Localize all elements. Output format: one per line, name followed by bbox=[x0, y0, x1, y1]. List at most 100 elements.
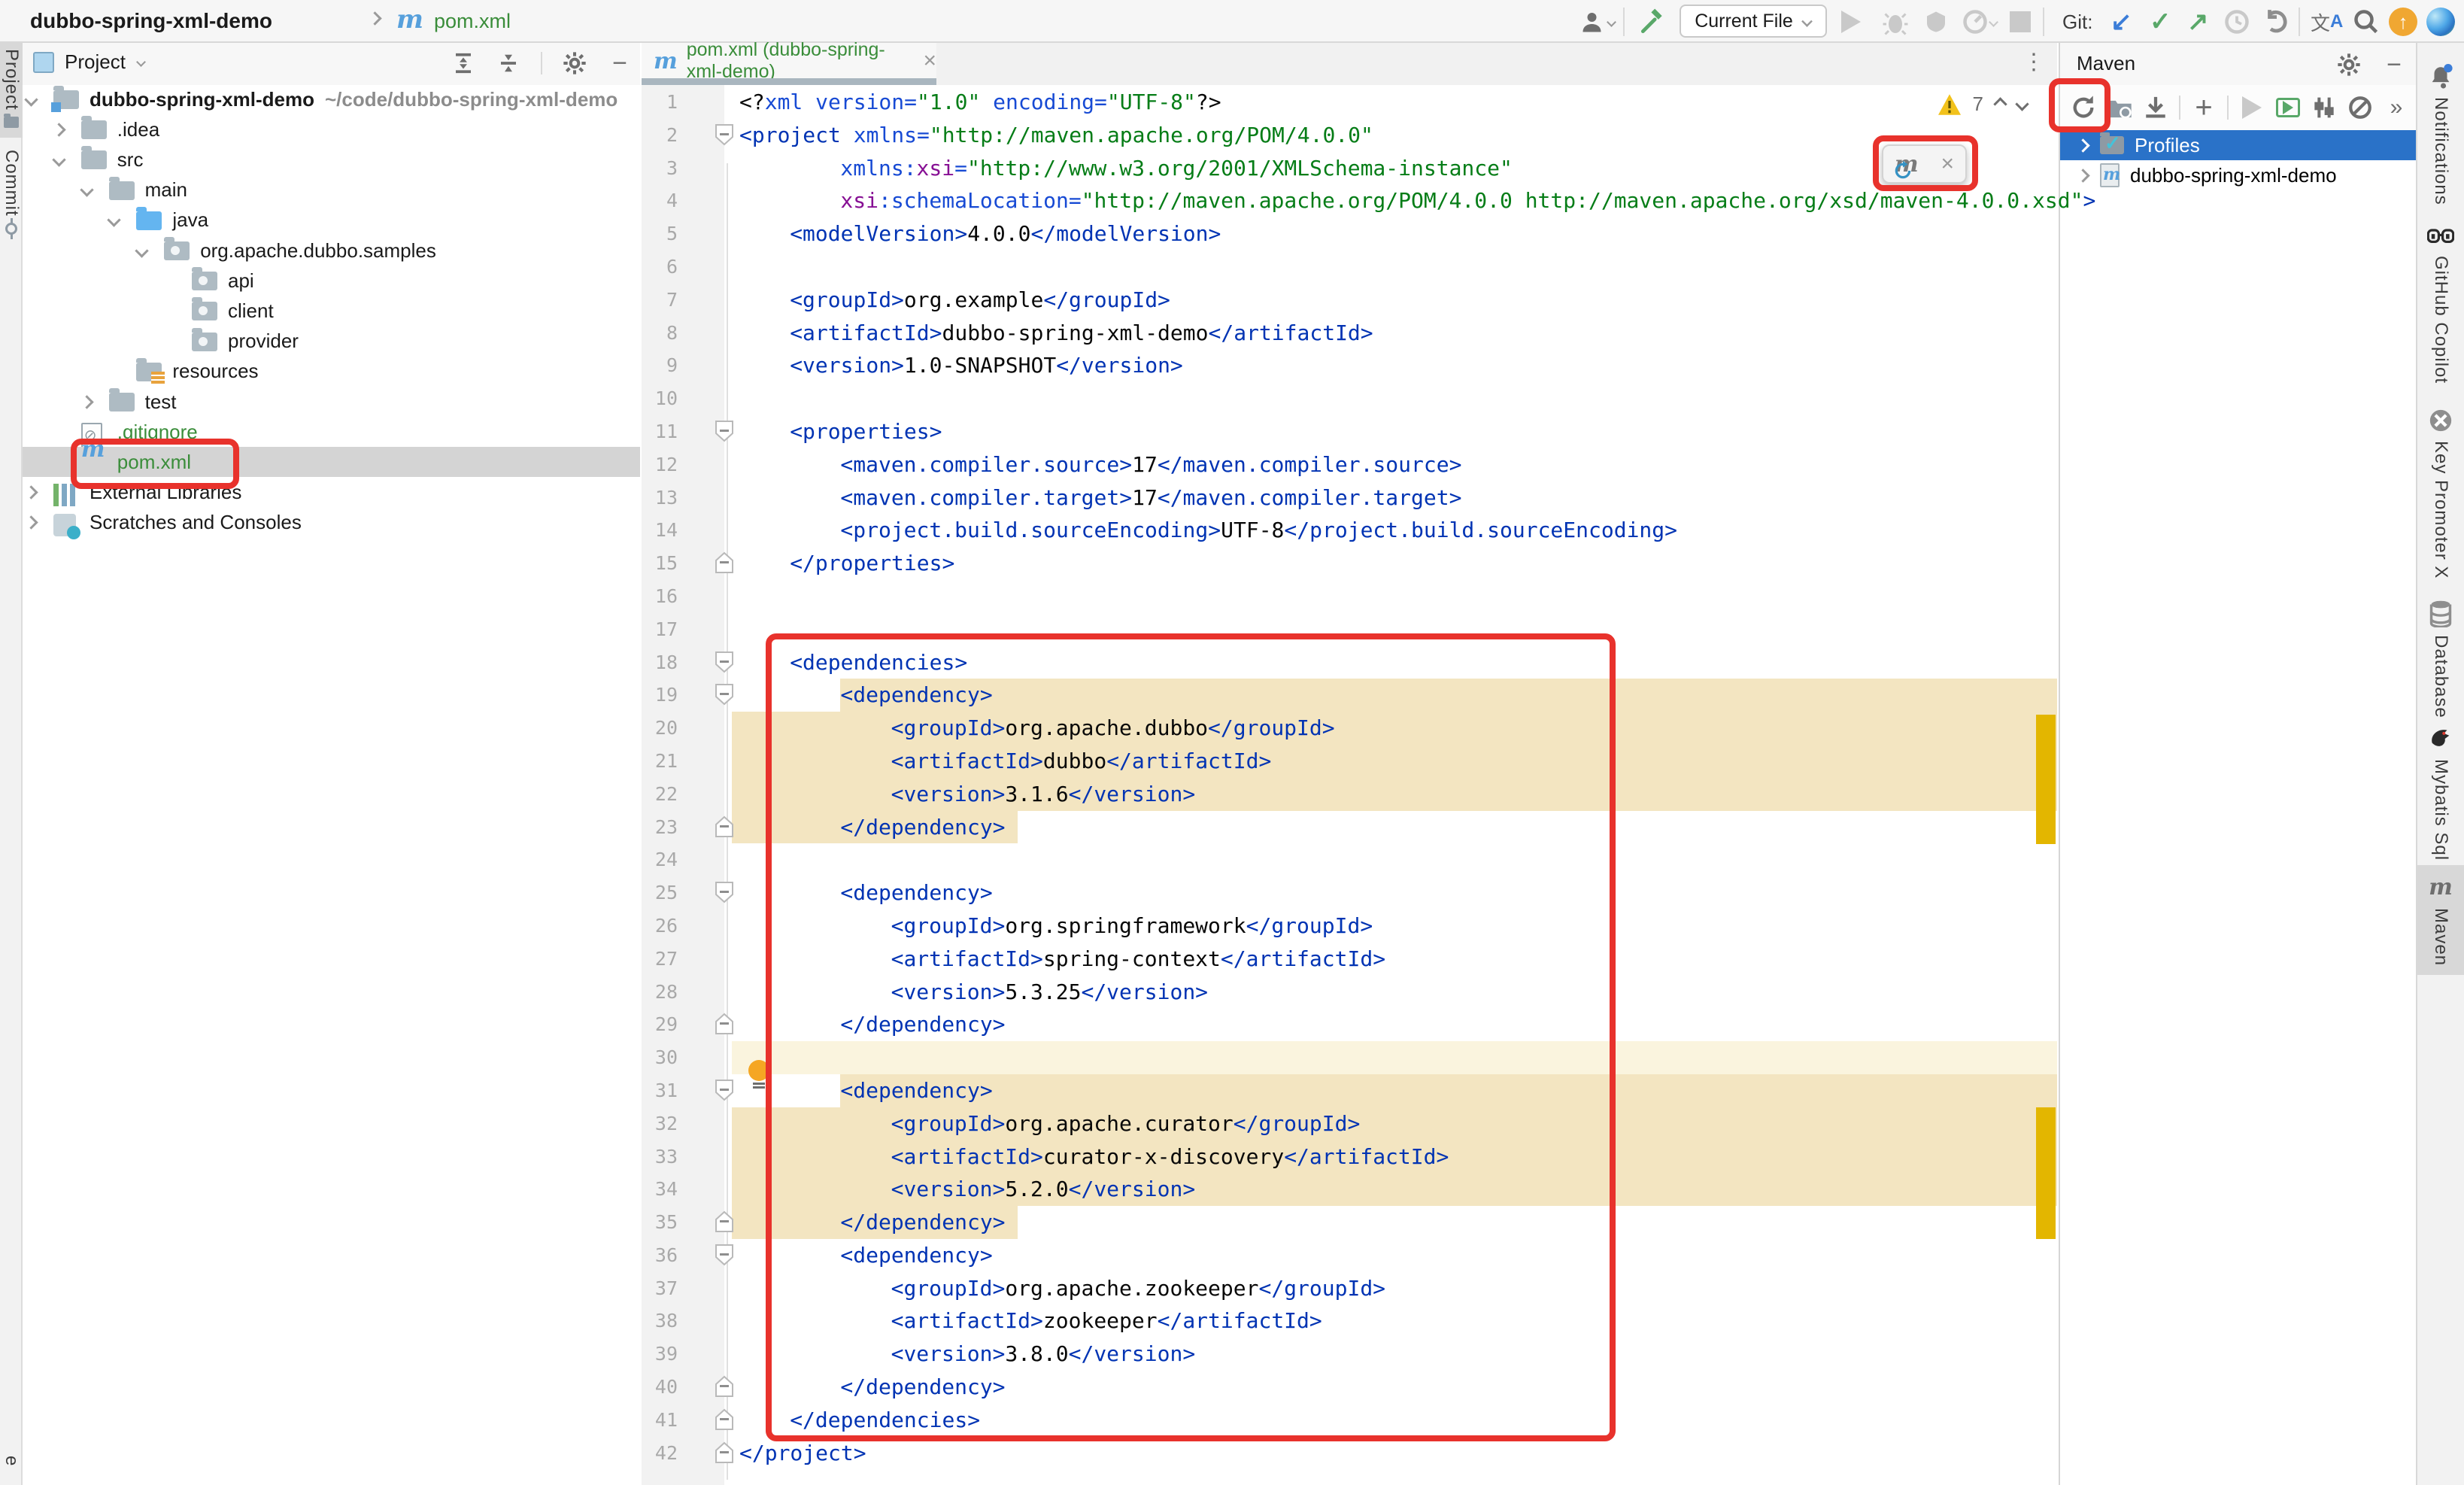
tree-item-test[interactable]: test bbox=[23, 387, 640, 417]
code-line-13[interactable]: 13<maven.compiler.target>17</maven.compi… bbox=[642, 481, 2057, 515]
fold-start-marker[interactable] bbox=[715, 420, 734, 442]
tool-window-button-database[interactable]: Database bbox=[2417, 600, 2464, 718]
code-line-6[interactable]: 6 bbox=[642, 251, 2057, 284]
fold-end-marker[interactable] bbox=[715, 1441, 734, 1464]
profiler-button[interactable] bbox=[1962, 6, 1998, 38]
gear-icon[interactable] bbox=[562, 50, 587, 76]
update-available-icon[interactable]: ↑ bbox=[2389, 6, 2417, 38]
tree-item-client[interactable]: client bbox=[23, 296, 640, 326]
code-line-3[interactable]: 3xmlns:xsi="http://www.w3.org/2001/XMLSc… bbox=[642, 152, 2057, 185]
fold-end-marker[interactable] bbox=[715, 815, 734, 838]
change-stripe-marker[interactable] bbox=[2036, 715, 2056, 844]
hide-panel-icon[interactable]: − bbox=[607, 50, 633, 76]
more-actions-icon[interactable]: » bbox=[2384, 95, 2409, 120]
chevron-expanded-icon[interactable] bbox=[135, 244, 148, 257]
code-line-2[interactable]: 2<project xmlns="http://maven.apache.org… bbox=[642, 119, 2057, 152]
tool-window-button-partial[interactable]: e bbox=[0, 1450, 23, 1484]
code-line-42[interactable]: 42</project> bbox=[642, 1437, 2057, 1470]
chevron-collapsed-icon[interactable] bbox=[24, 516, 38, 530]
tree-item-src[interactable]: src bbox=[23, 144, 640, 175]
code-line-5[interactable]: 5<modelVersion>4.0.0</modelVersion> bbox=[642, 217, 2057, 251]
build-hammer-icon[interactable] bbox=[1638, 6, 1667, 38]
tool-window-button-project[interactable]: Project bbox=[0, 43, 23, 138]
git-update-button[interactable]: ↙ bbox=[2110, 6, 2132, 38]
gear-icon[interactable] bbox=[2336, 52, 2362, 77]
git-commit-check-button[interactable]: ✓ bbox=[2150, 6, 2171, 38]
search-everywhere-icon[interactable] bbox=[2353, 6, 2380, 38]
toggle-offline-mode-icon[interactable] bbox=[2347, 95, 2373, 120]
chevron-expanded-icon[interactable] bbox=[108, 214, 121, 227]
reload-all-projects-icon[interactable] bbox=[2107, 95, 2132, 120]
chevron-expanded-icon[interactable] bbox=[80, 183, 93, 196]
run-configuration-select[interactable]: Current File bbox=[1680, 5, 1827, 38]
fold-start-marker[interactable] bbox=[715, 651, 734, 673]
expand-all-icon[interactable] bbox=[451, 50, 476, 76]
history-clock-button[interactable] bbox=[2223, 6, 2250, 38]
change-stripe-marker[interactable] bbox=[2036, 1107, 2056, 1239]
tool-window-button-mybatis-sql[interactable]: Mybatis Sql bbox=[2417, 726, 2464, 861]
tab-pom-xml[interactable]: m pom.xml (dubbo-spring-xml-demo) × bbox=[642, 43, 936, 79]
chevron-collapsed-icon[interactable] bbox=[2076, 138, 2089, 152]
fold-end-marker[interactable] bbox=[715, 1408, 734, 1431]
fold-end-marker[interactable] bbox=[715, 1013, 734, 1035]
maven-item-profiles[interactable]: Profiles bbox=[2060, 130, 2416, 160]
editor-options-kebab-icon[interactable]: ⋮ bbox=[2022, 49, 2045, 75]
prev-warning-icon[interactable] bbox=[1993, 97, 2007, 111]
code-line-14[interactable]: 14<project.build.sourceEncoding>UTF-8</p… bbox=[642, 514, 2057, 547]
translate-icon[interactable]: 文A bbox=[2311, 6, 2343, 38]
maven-item-dubbo-spring-xml-demo[interactable]: dubbo-spring-xml-demo bbox=[2060, 160, 2416, 190]
execute-maven-goal-icon[interactable] bbox=[2275, 95, 2301, 120]
chevron-collapsed-icon[interactable] bbox=[80, 395, 93, 408]
chevron-expanded-icon[interactable] bbox=[24, 93, 38, 106]
chevron-collapsed-icon[interactable] bbox=[52, 123, 65, 136]
tree-item-dubbo-spring-xml-demo[interactable]: dubbo-spring-xml-demo~/code/dubbo-spring… bbox=[23, 84, 640, 114]
tree-item-main[interactable]: main bbox=[23, 175, 640, 205]
tree-item-resources[interactable]: resources bbox=[23, 357, 640, 387]
fold-end-marker[interactable] bbox=[715, 1210, 734, 1233]
tool-window-button-commit[interactable]: Commit bbox=[0, 144, 23, 257]
chevron-collapsed-icon[interactable] bbox=[24, 485, 38, 499]
code-line-8[interactable]: 8<artifactId>dubbo-spring-xml-demo</arti… bbox=[642, 317, 2057, 350]
code-line-1[interactable]: 1<?xml version="1.0" encoding="UTF-8"?> bbox=[642, 86, 2057, 119]
fold-start-marker[interactable] bbox=[715, 123, 734, 146]
code-line-12[interactable]: 12<maven.compiler.source>17</maven.compi… bbox=[642, 448, 2057, 481]
code-line-16[interactable]: 16 bbox=[642, 580, 2057, 613]
next-warning-icon[interactable] bbox=[2015, 97, 2029, 111]
close-tab-icon[interactable]: × bbox=[923, 48, 936, 74]
tree-item-provider[interactable]: provider bbox=[23, 326, 640, 357]
fold-end-marker[interactable] bbox=[715, 1375, 734, 1398]
tool-window-button-notifications[interactable]: Notifications bbox=[2417, 64, 2464, 205]
fold-start-marker[interactable] bbox=[715, 881, 734, 903]
rollback-button[interactable] bbox=[2262, 6, 2291, 38]
add-maven-project-icon[interactable]: + bbox=[2191, 95, 2217, 120]
tree-item-org-apache-dubbo-samples[interactable]: org.apache.dubbo.samples bbox=[23, 235, 640, 266]
chevron-collapsed-icon[interactable] bbox=[2076, 169, 2089, 182]
tree-item-java[interactable]: java bbox=[23, 205, 640, 235]
git-push-button[interactable]: ↗ bbox=[2187, 6, 2209, 38]
code-line-7[interactable]: 7<groupId>org.example</groupId> bbox=[642, 284, 2057, 317]
debug-button[interactable] bbox=[1882, 6, 1909, 38]
tree-item-scratches-and-consoles[interactable]: Scratches and Consoles bbox=[23, 508, 640, 538]
tool-window-button-github-copilot[interactable]: GitHub Copilot bbox=[2417, 226, 2464, 384]
download-sources-icon[interactable] bbox=[2143, 95, 2168, 120]
chevron-expanded-icon[interactable] bbox=[52, 153, 65, 166]
project-view-select[interactable]: Project bbox=[33, 50, 146, 74]
run-maven-goal-icon[interactable] bbox=[2239, 95, 2265, 120]
tree-item-idea[interactable]: .idea bbox=[23, 114, 640, 144]
maven-settings-sliders-icon[interactable] bbox=[2311, 95, 2337, 120]
tool-window-button-maven[interactable]: mMaven bbox=[2417, 865, 2464, 975]
fold-start-marker[interactable] bbox=[715, 1244, 734, 1266]
collapse-all-icon[interactable] bbox=[496, 50, 521, 76]
fold-start-marker[interactable] bbox=[715, 683, 734, 706]
code-line-10[interactable]: 10 bbox=[642, 382, 2057, 415]
code-line-4[interactable]: 4xsi:schemaLocation="http://maven.apache… bbox=[642, 184, 2057, 217]
code-line-15[interactable]: 15</properties> bbox=[642, 547, 2057, 580]
gradle-sphere-icon[interactable] bbox=[2426, 6, 2455, 38]
code-line-11[interactable]: 11<properties> bbox=[642, 415, 2057, 448]
inspections-widget[interactable]: 7 bbox=[1938, 93, 2027, 116]
stop-button[interactable] bbox=[2010, 6, 2031, 38]
hide-panel-icon[interactable]: − bbox=[2381, 52, 2407, 77]
tool-window-button-key-promoter-x[interactable]: Key Promoter X bbox=[2417, 408, 2464, 579]
tree-item-api[interactable]: api bbox=[23, 266, 640, 296]
fold-end-marker[interactable] bbox=[715, 551, 734, 574]
